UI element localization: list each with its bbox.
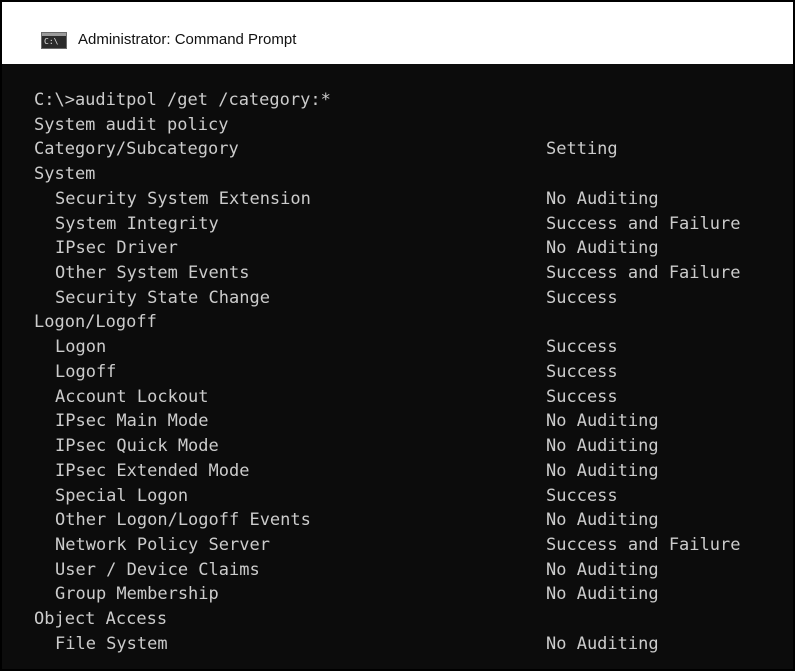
audit-setting: Success — [546, 337, 618, 358]
category-name: System — [34, 164, 96, 185]
column-header-row: Category/Subcategory Setting — [34, 137, 793, 162]
policy-row: File System No Auditing — [34, 632, 793, 657]
output-heading-text: System audit policy — [34, 114, 229, 135]
subcategory-name: Account Lockout — [55, 386, 209, 407]
subcategory-name: IPsec Driver — [55, 238, 178, 259]
subcategory-name: Other System Events — [55, 263, 250, 284]
policy-row: IPsec Extended Mode No Auditing — [34, 459, 793, 484]
audit-setting: Success — [546, 386, 618, 407]
policy-row: IPsec Main Mode No Auditing — [34, 409, 793, 434]
audit-setting: No Auditing — [546, 436, 659, 457]
column-header-name: Category/Subcategory — [34, 139, 239, 160]
audit-setting: No Auditing — [546, 411, 659, 432]
command-text: C:\>auditpol /get /category:* — [34, 90, 331, 110]
category-row: System — [34, 162, 793, 187]
audit-setting: No Auditing — [546, 510, 659, 531]
command-prompt-icon: C:\ — [41, 32, 67, 49]
console-output[interactable]: C:\>auditpol /get /category:* System aud… — [34, 88, 793, 657]
policy-row: IPsec Quick Mode No Auditing — [34, 434, 793, 459]
policy-row: User / Device Claims No Auditing — [34, 558, 793, 583]
policy-row: Account Lockout Success — [34, 385, 793, 410]
policy-row: Network Policy Server Success and Failure — [34, 533, 793, 558]
command-line: C:\>auditpol /get /category:* — [34, 88, 793, 113]
subcategory-name: Security System Extension — [55, 188, 311, 209]
category-name: Logon/Logoff — [34, 312, 157, 333]
policy-row: Logoff Success — [34, 360, 793, 385]
audit-setting: No Auditing — [546, 584, 659, 605]
subcategory-name: User / Device Claims — [55, 559, 260, 580]
audit-setting: No Auditing — [546, 188, 659, 209]
audit-setting: Success — [546, 361, 618, 382]
audit-setting: No Auditing — [546, 559, 659, 580]
title-bar[interactable]: C:\ Administrator: Command Prompt — [2, 2, 793, 64]
policy-row: IPsec Driver No Auditing — [34, 236, 793, 261]
command-prompt-window: C:\ Administrator: Command Prompt C:\>au… — [0, 0, 795, 671]
policy-row: Logon Success — [34, 335, 793, 360]
policy-row: Other System Events Success and Failure — [34, 261, 793, 286]
audit-setting: Success — [546, 485, 618, 506]
policy-row: Special Logon Success — [34, 484, 793, 509]
window-title: Administrator: Command Prompt — [78, 31, 297, 48]
subcategory-name: System Integrity — [55, 213, 219, 234]
audit-setting: No Auditing — [546, 633, 659, 654]
output-heading: System audit policy — [34, 113, 793, 138]
audit-setting: No Auditing — [546, 460, 659, 481]
subcategory-name: IPsec Quick Mode — [55, 436, 219, 457]
subcategory-name: IPsec Main Mode — [55, 411, 209, 432]
subcategory-name: Network Policy Server — [55, 534, 270, 555]
subcategory-name: Security State Change — [55, 287, 270, 308]
audit-setting: Success — [546, 287, 618, 308]
column-header-setting: Setting — [546, 139, 618, 160]
policy-row: Security System Extension No Auditing — [34, 187, 793, 212]
policy-row: System Integrity Success and Failure — [34, 212, 793, 237]
subcategory-name: Group Membership — [55, 584, 219, 605]
subcategory-name: Logon — [55, 337, 107, 358]
subcategory-name: Logoff — [55, 361, 117, 382]
audit-setting: Success and Failure — [546, 534, 741, 555]
command-prompt-icon-text: C:\ — [44, 37, 59, 46]
category-row: Logon/Logoff — [34, 310, 793, 335]
subcategory-name: IPsec Extended Mode — [55, 460, 250, 481]
policy-list: System Security System Extension No Auditi… — [34, 162, 793, 656]
audit-setting: Success and Failure — [546, 213, 741, 234]
category-name: Object Access — [34, 609, 168, 630]
category-row: Object Access — [34, 607, 793, 632]
policy-row: Security State Change Success — [34, 286, 793, 311]
subcategory-name: Special Logon — [55, 485, 189, 506]
policy-row: Other Logon/Logoff Events No Auditing — [34, 508, 793, 533]
audit-setting: No Auditing — [546, 238, 659, 259]
policy-row: Group Membership No Auditing — [34, 582, 793, 607]
subcategory-name: Other Logon/Logoff Events — [55, 510, 311, 531]
subcategory-name: File System — [55, 633, 168, 654]
audit-setting: Success and Failure — [546, 263, 741, 284]
